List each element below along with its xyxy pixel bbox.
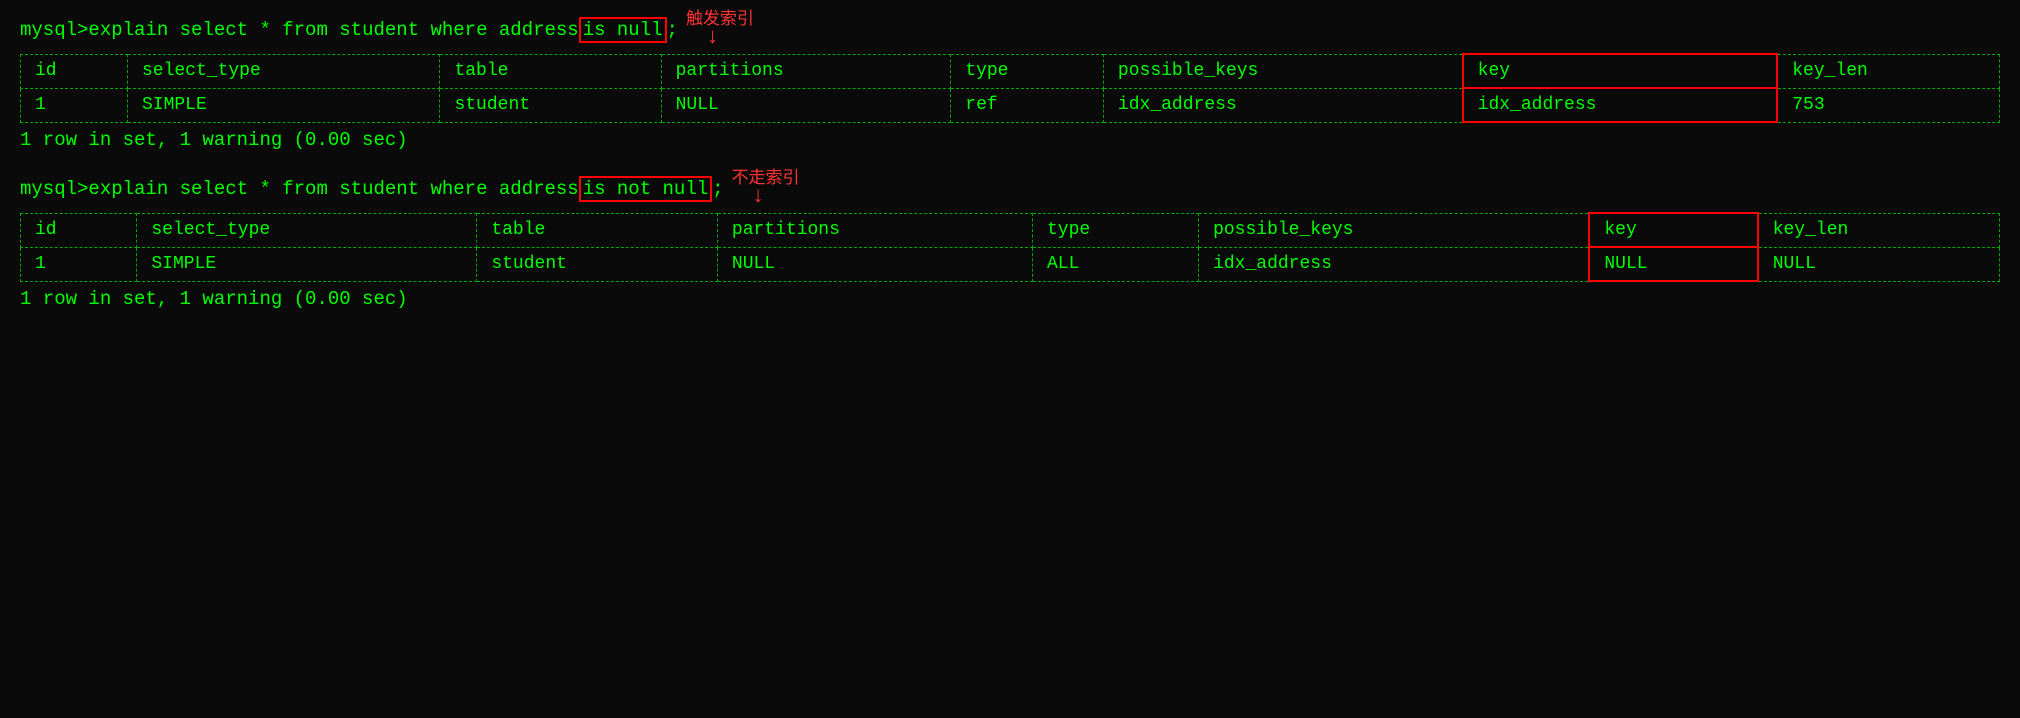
th-key-len-2: key_len <box>1758 213 2000 247</box>
result-summary-2: 1 row in set, 1 warning (0.00 sec) <box>20 288 2000 310</box>
td-select-type-2: SIMPLE <box>137 247 477 281</box>
annotation-arrow-2: ↓ <box>752 186 765 208</box>
td-key-len-1: 753 <box>1777 88 1999 122</box>
annotation-1: 触发索引 ↓ <box>686 10 754 49</box>
annotation-label-2: 不走索引 <box>732 169 800 186</box>
table-header-row-2: id select_type table partitions type pos… <box>21 213 2000 247</box>
result-table-2: id select_type table partitions type pos… <box>20 212 2000 282</box>
annotation-arrow-1: ↓ <box>706 27 719 49</box>
td-type-2: ALL <box>1033 247 1199 281</box>
td-key-2: NULL <box>1589 247 1757 281</box>
table-row-1: 1 SIMPLE student NULL ref idx_address id… <box>21 88 2000 122</box>
th-key-1: key <box>1463 54 1778 88</box>
annotation-wrapper-1: 触发索引 ↓ <box>678 10 754 49</box>
command-line-1: mysql> explain select * from student whe… <box>20 10 2000 49</box>
td-select-type-1: SIMPLE <box>127 88 439 122</box>
td-id-1: 1 <box>21 88 128 122</box>
annotation-wrapper-2: 不走索引 ↓ <box>724 169 800 208</box>
th-type-1: type <box>951 54 1104 88</box>
td-possible-keys-2: idx_address <box>1199 247 1590 281</box>
th-partitions-1: partitions <box>661 54 951 88</box>
td-possible-keys-1: idx_address <box>1103 88 1462 122</box>
th-key-2: key <box>1589 213 1757 247</box>
prompt-2: mysql> <box>20 178 88 200</box>
query-block-1: mysql> explain select * from student whe… <box>20 10 2000 151</box>
th-partitions-2: partitions <box>717 213 1032 247</box>
th-possible-keys-2: possible_keys <box>1199 213 1590 247</box>
th-table-2: table <box>477 213 718 247</box>
command-prefix-1: explain select * from student where addr… <box>88 19 578 41</box>
td-partitions-1: NULL <box>661 88 951 122</box>
th-select-type-2: select_type <box>137 213 477 247</box>
td-table-2: student <box>477 247 718 281</box>
th-table-1: table <box>440 54 661 88</box>
td-key-1: idx_address <box>1463 88 1778 122</box>
query-block-2: mysql> explain select * from student whe… <box>20 169 2000 310</box>
command-highlight-2: is not null <box>579 176 712 202</box>
command-suffix-1: ; <box>667 19 678 41</box>
prompt-1: mysql> <box>20 19 88 41</box>
th-possible-keys-1: possible_keys <box>1103 54 1462 88</box>
result-table-1: id select_type table partitions type pos… <box>20 53 2000 123</box>
th-type-2: type <box>1033 213 1199 247</box>
result-summary-1: 1 row in set, 1 warning (0.00 sec) <box>20 129 2000 151</box>
th-id-1: id <box>21 54 128 88</box>
command-highlight-1: is null <box>579 17 667 43</box>
command-prefix-2: explain select * from student where addr… <box>88 178 578 200</box>
table-row-2: 1 SIMPLE student NULL ALL idx_address NU… <box>21 247 2000 281</box>
th-key-len-1: key_len <box>1777 54 1999 88</box>
command-line-2: mysql> explain select * from student whe… <box>20 169 2000 208</box>
th-id-2: id <box>21 213 137 247</box>
command-suffix-2: ; <box>712 178 723 200</box>
td-key-len-2: NULL <box>1758 247 2000 281</box>
annotation-2: 不走索引 ↓ <box>732 169 800 208</box>
td-partitions-2: NULL <box>717 247 1032 281</box>
td-id-2: 1 <box>21 247 137 281</box>
td-type-1: ref <box>951 88 1104 122</box>
td-table-1: student <box>440 88 661 122</box>
table-header-row-1: id select_type table partitions type pos… <box>21 54 2000 88</box>
th-select-type-1: select_type <box>127 54 439 88</box>
annotation-label-1: 触发索引 <box>686 10 754 27</box>
